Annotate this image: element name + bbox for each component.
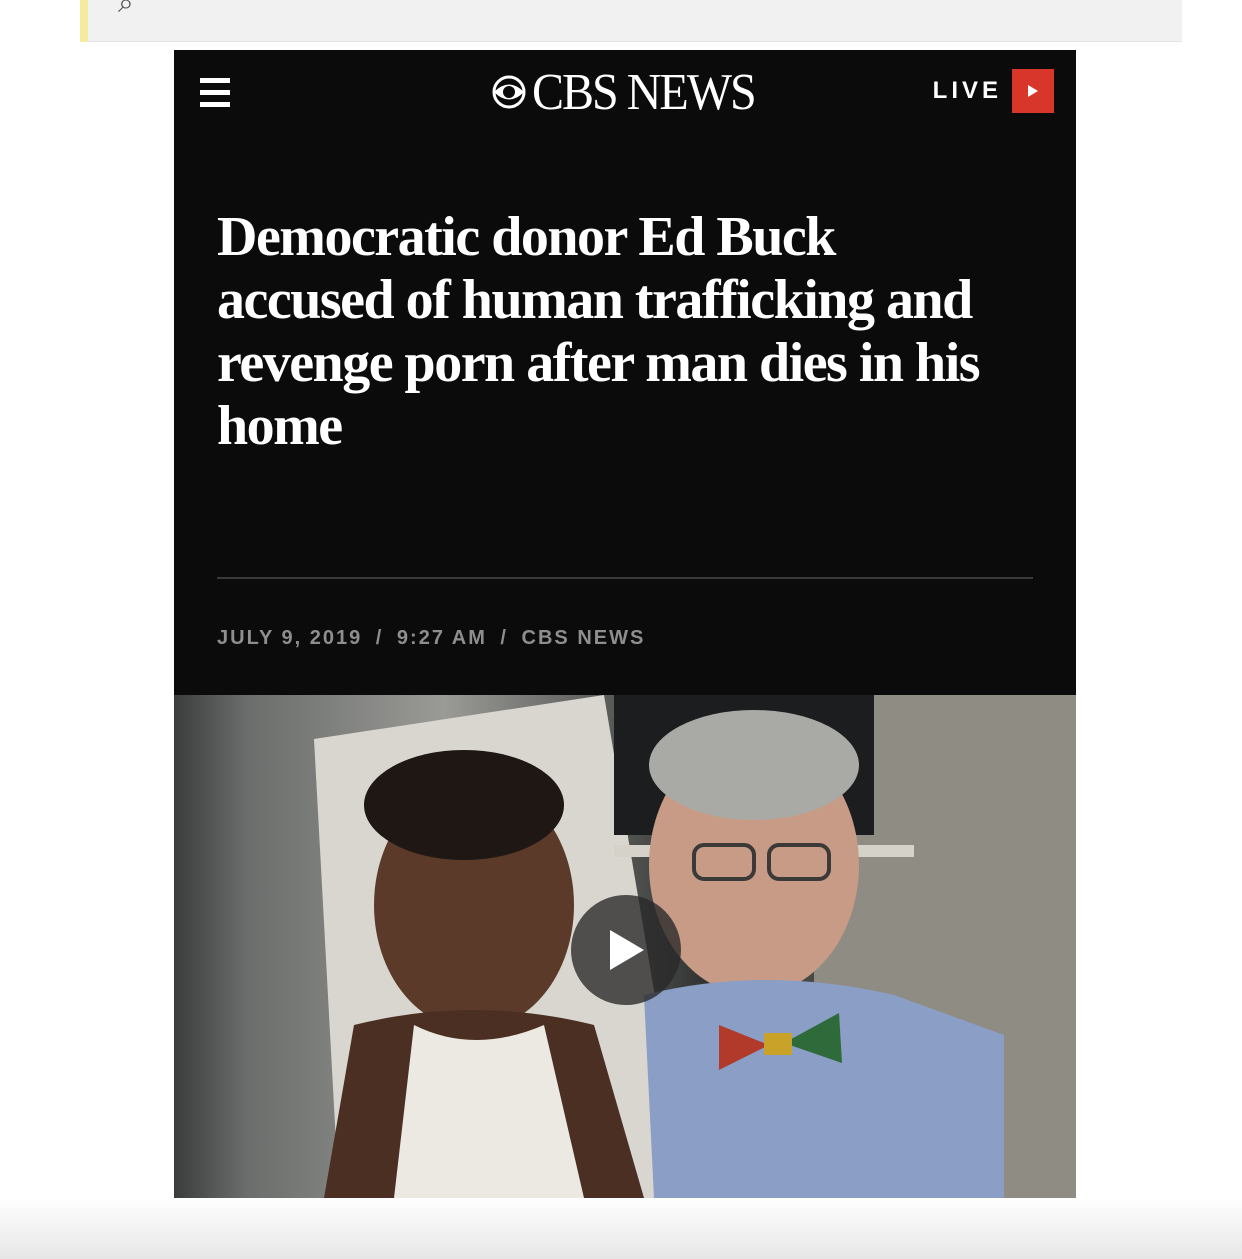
browser-bar-edge — [80, 0, 88, 42]
headline-divider — [217, 577, 1033, 579]
site-logo[interactable]: CBS NEWS — [492, 62, 757, 122]
site-header: CBS NEWS LIVE — [174, 50, 1076, 138]
byline-separator: / — [375, 627, 384, 649]
hamburger-menu-button[interactable] — [200, 72, 236, 112]
article-headline: Democratic donor Ed Buck accused of huma… — [217, 206, 981, 457]
byline-separator: / — [500, 627, 508, 649]
article-source: CBS NEWS — [521, 627, 646, 649]
hamburger-icon-bar — [200, 77, 230, 83]
hamburger-icon-bar — [200, 101, 230, 107]
hamburger-icon-bar — [200, 89, 230, 95]
play-icon — [610, 930, 644, 970]
cbs-eye-icon — [492, 75, 526, 109]
live-button[interactable]: LIVE — [933, 68, 1054, 114]
news-article-screenshot: CBS NEWS LIVE Democratic donor Ed Buck a… — [174, 50, 1076, 1198]
video-thumbnail[interactable] — [174, 695, 1076, 1198]
article-date: JULY 9, 2019 — [217, 627, 363, 649]
search-icon[interactable]: ⌕ — [118, 0, 134, 20]
play-icon — [1028, 85, 1038, 97]
browser-top-bar: ⌕ — [80, 0, 1182, 42]
article-time: 9:27 AM — [396, 627, 487, 649]
live-label: LIVE — [932, 77, 1002, 104]
logo-wordmark: CBS NEWS — [532, 63, 757, 121]
video-play-button[interactable] — [571, 895, 681, 1005]
page-bottom-fade — [0, 1198, 1242, 1259]
article-byline: JULY 9, 2019 / 9:27 AM / CBS NEWS — [217, 627, 645, 650]
live-play-box — [1012, 69, 1054, 113]
